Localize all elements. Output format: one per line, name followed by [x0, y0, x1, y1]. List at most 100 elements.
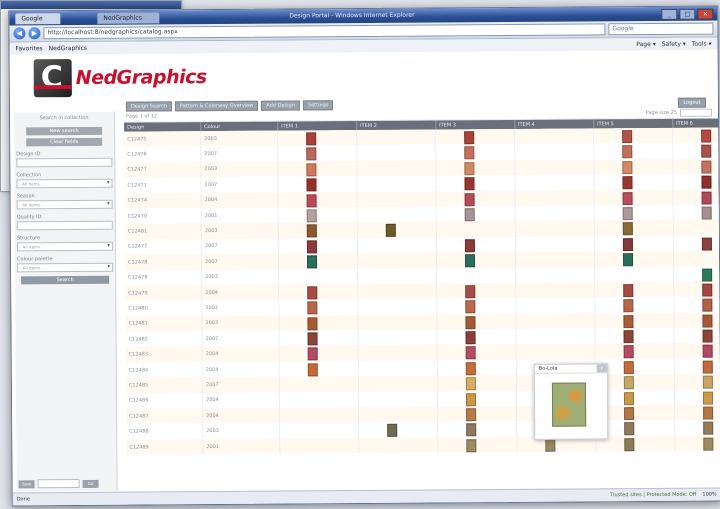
fabric-swatch-thumbnail[interactable] [464, 146, 475, 160]
fabric-swatch-thumbnail[interactable] [466, 408, 477, 422]
fabric-swatch-thumbnail[interactable] [623, 345, 634, 359]
fabric-swatch-thumbnail[interactable] [622, 160, 633, 174]
fabric-swatch-thumbnail[interactable] [465, 392, 477, 406]
go-button[interactable]: Go [82, 479, 99, 488]
popup-close-button[interactable]: x [596, 364, 607, 373]
page-menu[interactable]: Page ▾ [636, 40, 656, 47]
fabric-swatch-thumbnail[interactable] [464, 177, 475, 191]
fabric-swatch-thumbnail[interactable] [623, 284, 634, 298]
fabric-swatch-thumbnail[interactable] [465, 300, 476, 314]
filter-select[interactable]: - All items - [16, 178, 113, 189]
clear-fields-button[interactable]: Clear fields [26, 137, 103, 147]
fabric-swatch-thumbnail[interactable] [622, 130, 633, 144]
fabric-swatch-thumbnail[interactable] [624, 422, 635, 436]
fabric-swatch-thumbnail[interactable] [624, 407, 635, 421]
fabric-swatch-thumbnail[interactable] [702, 375, 713, 389]
fabric-swatch-thumbnail[interactable] [464, 192, 475, 206]
fabric-swatch-thumbnail[interactable] [307, 347, 318, 361]
fabric-swatch-thumbnail[interactable] [464, 238, 475, 253]
fabric-swatch-thumbnail[interactable] [701, 160, 712, 174]
forward-icon[interactable]: ▶ [28, 27, 41, 40]
fabric-swatch-thumbnail[interactable] [545, 438, 556, 452]
fabric-swatch-thumbnail[interactable] [701, 206, 712, 220]
fabric-swatch-thumbnail[interactable] [702, 360, 713, 374]
fabric-swatch-thumbnail[interactable] [306, 193, 317, 207]
tab-pattern-overview[interactable]: Pattern & Colorway Overview [174, 100, 259, 112]
address-input[interactable]: http://localhost:8/nedgraphics/catalog.a… [43, 23, 606, 40]
fabric-swatch-thumbnail[interactable] [623, 391, 635, 405]
close-button[interactable]: × [697, 8, 714, 20]
fabric-swatch-thumbnail[interactable] [307, 363, 318, 377]
logout-button[interactable]: Logout [677, 97, 706, 108]
fabric-swatch-thumbnail[interactable] [701, 237, 712, 251]
fabric-swatch-thumbnail[interactable] [307, 317, 318, 331]
fabric-swatch-thumbnail[interactable] [701, 129, 712, 143]
fabric-swatch-thumbnail[interactable] [701, 191, 712, 205]
maximize-button[interactable]: □ [679, 8, 696, 20]
fabric-swatch-thumbnail[interactable] [306, 178, 317, 192]
fabric-swatch-thumbnail[interactable] [623, 330, 634, 344]
filter-select[interactable]: - All items - [17, 262, 114, 273]
fabric-swatch-thumbnail[interactable] [622, 145, 633, 159]
table-row[interactable]: C12489 2001 [126, 435, 720, 455]
fabric-swatch-thumbnail[interactable] [623, 360, 634, 375]
fabric-swatch-thumbnail[interactable] [306, 209, 317, 223]
fabric-swatch-thumbnail[interactable] [306, 132, 317, 146]
fabric-swatch-thumbnail[interactable] [306, 240, 317, 254]
filter-input[interactable] [16, 220, 113, 231]
filter-select[interactable]: - All items - [16, 199, 113, 210]
fabric-swatch-thumbnail[interactable] [306, 255, 318, 269]
fabric-swatch-thumbnail[interactable] [622, 222, 633, 236]
tab-add-design[interactable]: Add Design [261, 100, 300, 111]
fabric-swatch-thumbnail[interactable] [624, 437, 635, 452]
browser-tab-nedgraphics[interactable]: NedGraphics [97, 12, 160, 24]
fabric-swatch-thumbnail[interactable] [306, 163, 317, 177]
fabric-swatch-thumbnail[interactable] [702, 283, 713, 297]
fabric-swatch-thumbnail[interactable] [622, 176, 633, 190]
fabric-swatch-thumbnail[interactable] [702, 391, 714, 405]
fabric-swatch-thumbnail[interactable] [464, 254, 476, 268]
search-button[interactable]: Search [21, 275, 110, 285]
save-name-input[interactable] [37, 478, 80, 489]
fabric-swatch-thumbnail[interactable] [622, 207, 633, 221]
favorite-item[interactable]: NedGraphics [49, 44, 88, 51]
new-search-button[interactable]: New search [26, 126, 103, 136]
page-size-select[interactable] [679, 108, 713, 117]
tools-menu[interactable]: Tools ▾ [692, 40, 712, 47]
fabric-swatch-thumbnail[interactable] [464, 162, 475, 176]
fabric-swatch-thumbnail[interactable] [702, 268, 713, 282]
browser-tab-google[interactable]: Google [15, 13, 61, 25]
favorites-button[interactable]: Favorites [16, 45, 43, 52]
tab-settings[interactable]: Settings [302, 100, 334, 111]
fabric-swatch-thumbnail[interactable] [465, 377, 476, 391]
fabric-swatch-thumbnail[interactable] [307, 301, 318, 315]
filter-input[interactable] [16, 157, 113, 168]
fabric-swatch-thumbnail[interactable] [701, 144, 712, 159]
column-header[interactable]: ITEM 6 [672, 118, 720, 128]
fabric-swatch-thumbnail[interactable] [466, 423, 477, 437]
fabric-swatch-thumbnail[interactable] [702, 314, 713, 328]
fabric-swatch-thumbnail[interactable] [465, 362, 476, 376]
fabric-swatch-thumbnail[interactable] [622, 237, 633, 251]
fabric-swatch-thumbnail[interactable] [702, 329, 713, 343]
zoom-level[interactable]: 100% [702, 489, 716, 501]
fabric-swatch-thumbnail[interactable] [464, 131, 475, 145]
fabric-swatch-thumbnail[interactable] [622, 253, 634, 267]
fabric-swatch-thumbnail[interactable] [464, 208, 475, 222]
fabric-swatch-thumbnail[interactable] [622, 191, 633, 205]
fabric-swatch-thumbnail[interactable] [466, 439, 477, 453]
fabric-swatch-thumbnail[interactable] [703, 421, 714, 436]
fabric-swatch-thumbnail[interactable] [701, 175, 712, 189]
safety-menu[interactable]: Safety ▾ [662, 40, 686, 47]
minimize-button[interactable]: _ [661, 8, 678, 20]
fabric-swatch-thumbnail[interactable] [465, 285, 476, 299]
fabric-swatch-thumbnail[interactable] [465, 331, 476, 345]
fabric-swatch-thumbnail[interactable] [387, 424, 398, 438]
fabric-swatch-thumbnail[interactable] [465, 315, 476, 329]
back-icon[interactable]: ◀ [13, 27, 26, 40]
fabric-swatch-thumbnail[interactable] [702, 345, 713, 359]
fabric-swatch-thumbnail[interactable] [385, 224, 396, 238]
fabric-swatch-thumbnail[interactable] [702, 298, 713, 312]
fabric-swatch-thumbnail[interactable] [307, 286, 318, 300]
save-button[interactable]: Save [18, 479, 35, 488]
